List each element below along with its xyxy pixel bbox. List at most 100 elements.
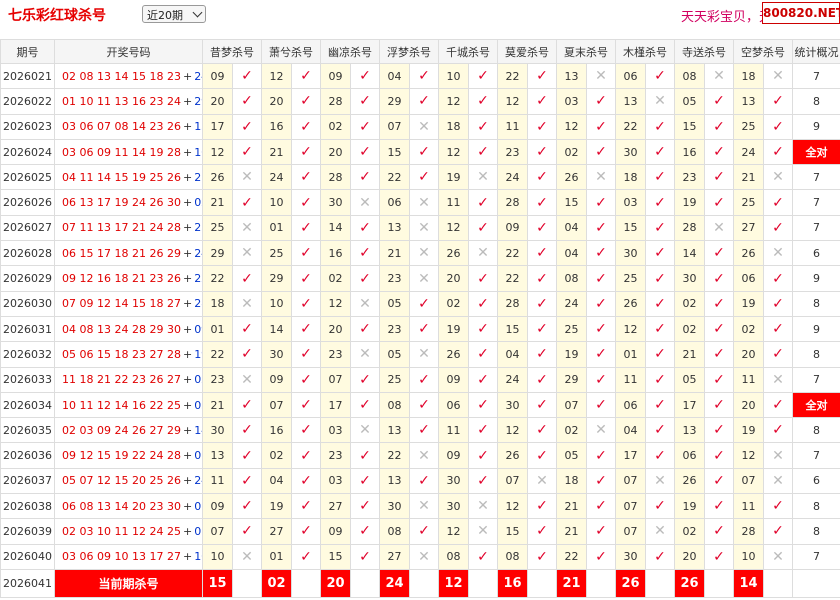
special-ball: 16 (194, 145, 202, 159)
draw-numbers-cell: 09 12 15 19 22 24 28+07 (54, 442, 203, 469)
kill-number-cell: 29 (261, 265, 292, 292)
result-mark-cell: ✓ (645, 341, 675, 368)
result-mark-cell: ✓ (527, 189, 557, 216)
kill-number-cell: 12 (497, 493, 528, 520)
empty-cell (291, 568, 321, 598)
check-icon: ✓ (595, 194, 607, 211)
period-range-select[interactable]: 近20期 (142, 5, 206, 23)
cross-icon: ✕ (595, 422, 607, 439)
table-row: 202603705 07 12 15 20 25 26+2411✓04✓03✓1… (0, 467, 840, 495)
table-row: 202603609 12 15 19 22 24 28+0713✓02✓23✓2… (0, 442, 840, 469)
kill-number-cell: 24 (556, 290, 587, 317)
kill-number-cell: 06 (674, 442, 705, 469)
result-mark-cell: ✓ (704, 113, 734, 140)
result-mark-cell: ✓ (586, 189, 616, 216)
cross-icon: ✕ (418, 194, 430, 211)
result-mark-cell: ✓ (291, 189, 321, 216)
result-mark-cell: ✓ (704, 341, 734, 368)
check-icon: ✓ (359, 371, 371, 388)
check-icon: ✓ (595, 548, 607, 565)
result-mark-cell: ✓ (291, 138, 321, 166)
kill-number-cell: 01 (261, 543, 292, 570)
check-icon: ✓ (713, 548, 725, 565)
result-mark-cell: ✓ (232, 88, 262, 115)
check-icon: ✓ (595, 295, 607, 312)
empty-cell (792, 568, 840, 598)
cross-icon: ✕ (418, 219, 430, 236)
result-mark-cell: ✕ (586, 164, 616, 191)
kill-number-cell: 18 (556, 467, 587, 495)
check-icon: ✓ (359, 245, 371, 262)
current-kill-number: 15 (202, 568, 233, 598)
kill-number-cell: 23 (674, 164, 705, 191)
check-icon: ✓ (300, 472, 312, 489)
slogan-link[interactable]: 天天彩宝贝，天 (681, 6, 772, 25)
check-icon: ✓ (654, 548, 666, 565)
result-mark-cell: ✓ (291, 315, 321, 343)
check-icon: ✓ (772, 270, 784, 287)
table-row: 202602806 15 17 18 21 26 29+2429✕25✓16✓2… (0, 240, 840, 267)
result-mark-cell: ✓ (468, 442, 498, 469)
kill-number-cell: 09 (320, 518, 351, 545)
special-ball: 13 (194, 120, 202, 134)
check-icon: ✓ (359, 321, 371, 338)
check-icon: ✓ (241, 346, 253, 363)
table-row: 202603205 06 15 18 23 27 28+1922✓30✓23✕0… (0, 341, 840, 368)
table-header: 期号 开奖号码 昔梦杀号 萧兮杀号 幽凉杀号 浮梦杀号 千城杀号 莫爱杀号 夏末杀号 木槿杀号 寺送… (0, 39, 840, 64)
check-icon: ✓ (713, 422, 725, 439)
kill-number-cell: 26 (438, 341, 469, 368)
stat-cell: 7 (792, 366, 840, 393)
stat-cell: 7 (792, 189, 840, 216)
check-icon: ✓ (300, 371, 312, 388)
result-mark-cell: ✓ (704, 290, 734, 317)
kill-number-cell: 11 (438, 189, 469, 216)
result-mark-cell: ✓ (527, 315, 557, 343)
table-row: 202603104 08 13 24 28 29 30+0901✓14✓20✓2… (0, 315, 840, 343)
table-row: 202602303 06 07 08 14 23 26+1317✓16✓02✓0… (0, 113, 840, 140)
check-icon: ✓ (359, 397, 371, 413)
kill-number-cell: 23 (202, 366, 233, 393)
stat-cell: 6 (792, 240, 840, 267)
check-icon: ✓ (536, 548, 548, 565)
empty-cell (232, 568, 262, 598)
empty-cell (586, 568, 616, 598)
result-mark-cell: ✓ (468, 467, 498, 495)
empty-cell (350, 568, 380, 598)
check-icon: ✓ (772, 295, 784, 312)
draw-numbers-cell: 10 11 12 14 16 22 25+03 (54, 391, 203, 419)
plus-sign: + (182, 449, 193, 463)
result-mark-cell: ✓ (468, 113, 498, 140)
result-mark-cell: ✓ (527, 62, 557, 90)
cross-icon: ✕ (477, 169, 489, 186)
result-mark-cell: ✕ (586, 62, 616, 90)
special-ball: 28 (194, 297, 202, 311)
result-mark-cell: ✓ (586, 518, 616, 545)
kill-number-cell: 22 (202, 265, 233, 292)
result-mark-cell: ✓ (350, 493, 380, 520)
kill-number-cell: 01 (615, 341, 646, 368)
kill-number-cell: 04 (261, 467, 292, 495)
result-mark-cell: ✓ (350, 113, 380, 140)
period-cell: 2026039 (0, 518, 55, 545)
result-mark-cell: ✕ (409, 240, 439, 267)
check-icon: ✓ (595, 245, 607, 262)
check-icon: ✓ (536, 169, 548, 186)
result-mark-cell: ✓ (350, 315, 380, 343)
table-row: 202603902 03 10 11 12 24 25+0707✓27✓09✓0… (0, 518, 840, 545)
result-mark-cell: ✓ (704, 493, 734, 520)
site-badge[interactable]: 800820.NET (762, 2, 840, 24)
stat-cell: 8 (792, 341, 840, 368)
period-cell: 2026027 (0, 214, 55, 242)
draw-numbers-cell: 03 06 07 08 14 23 26+13 (54, 113, 203, 140)
check-icon: ✓ (418, 472, 430, 489)
kill-number-cell: 21 (556, 518, 587, 545)
stat-cell: 8 (792, 518, 840, 545)
kill-number-cell: 15 (556, 189, 587, 216)
cross-icon: ✕ (477, 245, 489, 262)
check-icon: ✓ (359, 93, 371, 110)
plus-sign: + (182, 398, 193, 412)
stat-cell: 8 (792, 493, 840, 520)
check-icon: ✓ (713, 295, 725, 312)
kill-number-cell: 24 (497, 164, 528, 191)
plus-sign: + (182, 297, 193, 311)
